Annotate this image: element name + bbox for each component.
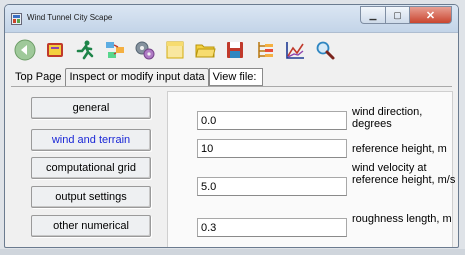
tab-inspect-input[interactable]: Inspect or modify input data	[65, 68, 209, 86]
save-icon[interactable]	[223, 38, 247, 62]
app-window: Wind Tunnel City Scape ▁ ▢ ✕ Top Page In…	[4, 4, 459, 248]
roughness-length-label: roughness length, m	[352, 213, 452, 225]
toolbar	[13, 35, 337, 65]
workflow-icon[interactable]	[103, 38, 127, 62]
window-controls: ▁ ▢ ✕	[360, 6, 452, 24]
tab-divider	[11, 86, 452, 87]
tab-top-page[interactable]: Top Page	[11, 68, 65, 86]
nav-wind-and-terrain-button[interactable]: wind and terrain	[31, 129, 151, 151]
minimize-button[interactable]: ▁	[360, 6, 385, 24]
maximize-button[interactable]: ▢	[385, 6, 409, 24]
folder-icon[interactable]	[193, 38, 217, 62]
desktop-background	[0, 249, 465, 255]
wind-direction-label: wind direction, degrees	[352, 106, 423, 130]
nav-general-button[interactable]: general	[31, 97, 151, 119]
wind-velocity-label: wind velocity at reference height, m/s	[352, 162, 456, 186]
close-button[interactable]: ✕	[409, 6, 452, 24]
runner-icon[interactable]	[73, 38, 97, 62]
gears-icon[interactable]	[133, 38, 157, 62]
book-icon[interactable]	[43, 38, 67, 62]
wind-direction-field[interactable]: 0.0	[197, 111, 347, 130]
window-icon[interactable]	[163, 38, 187, 62]
nav-computational-grid-button[interactable]: computational grid	[31, 157, 151, 179]
tab-view-file[interactable]: View file:	[208, 68, 264, 86]
reference-height-label: reference height, m	[352, 143, 447, 155]
app-icon	[11, 13, 22, 25]
tab-bar: Top Page Inspect or modify input data Vi…	[11, 68, 264, 86]
search-icon[interactable]	[313, 38, 337, 62]
nav-output-settings-button[interactable]: output settings	[31, 186, 151, 208]
back-icon[interactable]	[13, 38, 37, 62]
nav-other-numerical-button[interactable]: other numerical	[31, 215, 151, 237]
wind-velocity-field[interactable]: 5.0	[197, 177, 347, 196]
reference-height-field[interactable]: 10	[197, 139, 347, 158]
roughness-length-field[interactable]: 0.3	[197, 218, 347, 237]
title-bar[interactable]: Wind Tunnel City Scape ▁ ▢ ✕	[5, 5, 458, 33]
chart-icon[interactable]	[283, 38, 307, 62]
tree-icon[interactable]	[253, 38, 277, 62]
window-title: Wind Tunnel City Scape	[27, 13, 113, 22]
